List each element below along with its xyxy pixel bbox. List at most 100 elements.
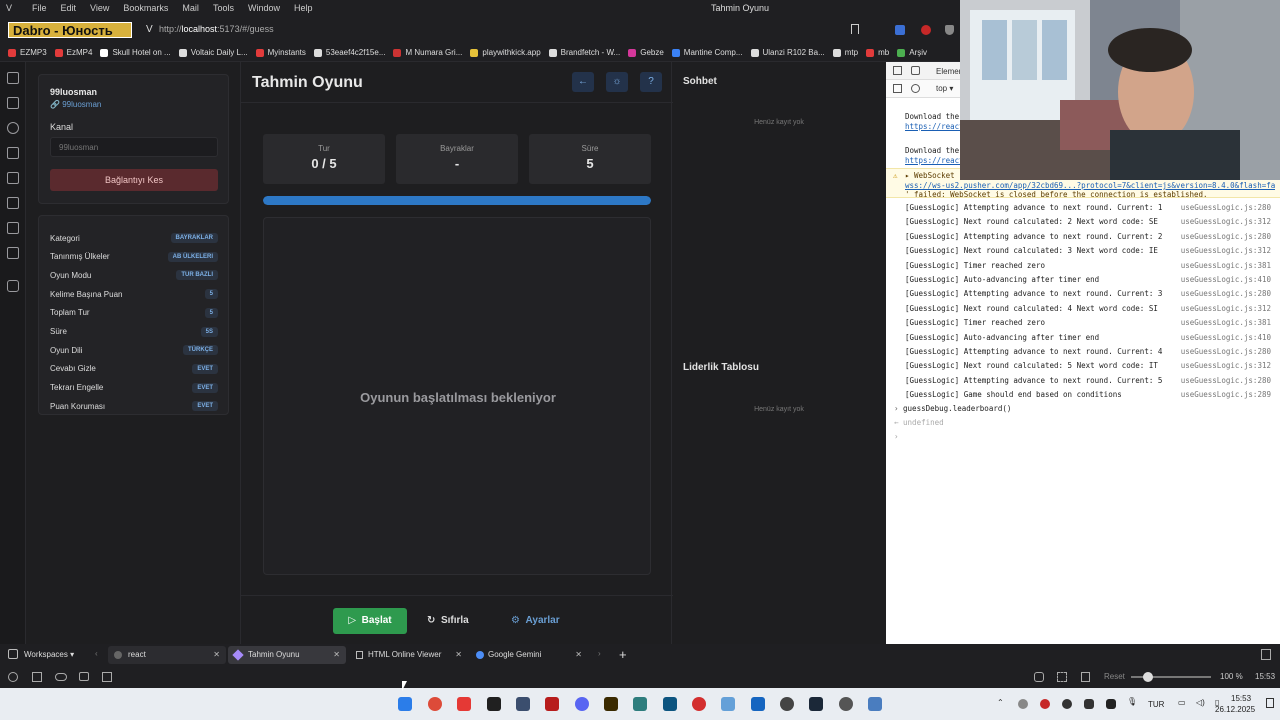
app-icon[interactable] [692,697,706,711]
bookmark-item[interactable]: Brandfetch - W... [548,48,620,57]
console-log-source[interactable]: useGuessLogic.js:312 [1181,217,1271,226]
bookmark-icon[interactable] [851,24,859,34]
workspaces-button[interactable]: Workspaces ▾ [24,650,74,659]
app-icon[interactable] [780,697,794,711]
console-log-source[interactable]: useGuessLogic.js:280 [1181,376,1271,385]
zoom-slider-thumb[interactable] [1143,672,1153,682]
console-prompt[interactable]: › [894,432,1264,441]
volume-icon[interactable]: ◁) [1196,698,1205,707]
help-button[interactable]: ? [640,72,662,92]
shield-icon[interactable] [945,25,954,35]
bookmark-item[interactable]: EzMP4 [54,48,92,57]
tray-icon[interactable] [1040,699,1050,709]
app-icon[interactable] [516,697,530,711]
context-select[interactable]: top ▾ [936,84,953,93]
sidebar-toggle-icon[interactable] [893,84,902,93]
console-log-source[interactable]: useGuessLogic.js:280 [1181,347,1271,356]
notes-panel-icon[interactable] [7,147,19,159]
zoom-reset-button[interactable]: Reset [1104,672,1125,681]
close-tab-icon[interactable]: ✕ [333,646,340,664]
warning-url[interactable]: wss://ws-us2.pusher.com/app/32cbd69...?p… [905,181,1275,190]
tab-html-viewer[interactable]: HTML Online Viewer ✕ [350,646,468,664]
downloads-panel-icon[interactable] [7,97,19,109]
tab-react[interactable]: react ✕ [108,646,226,664]
bookmark-item[interactable]: Skull Hotel on ... [100,48,171,57]
mail-panel-icon[interactable] [7,247,19,259]
workspaces-icon[interactable] [8,649,18,659]
settings-button[interactable]: ⚙ Ayarlar [511,608,575,634]
vivaldi-menu-icon[interactable]: V [146,24,153,35]
zoom-slider[interactable] [1131,672,1211,682]
bookmark-item[interactable]: playwithkick.app [470,48,541,57]
disconnect-button[interactable]: Bağlantıyı Kes [50,169,218,191]
extension-icon[interactable] [895,25,905,35]
console-log-source[interactable]: useGuessLogic.js:289 [1181,390,1271,399]
history-panel-icon[interactable] [7,122,19,134]
calculator-icon[interactable] [868,697,882,711]
device-icon[interactable] [911,66,920,75]
network-icon[interactable]: ▭ [1178,698,1186,707]
tray-icon[interactable] [1062,699,1072,709]
bookmark-item[interactable]: Myinstants [255,48,306,57]
inspect-icon[interactable] [893,66,902,75]
tab-elements[interactable]: Elemer [936,67,961,76]
tab-tahmin-oyunu[interactable]: Tahmin Oyunu ✕ [228,646,346,664]
console-log-source[interactable]: useGuessLogic.js:381 [1181,261,1271,270]
url-field[interactable]: http://localhost:5173/#/guess [159,24,274,34]
tiling-icon[interactable] [32,672,42,682]
new-tab-icon[interactable]: + [619,647,627,662]
console-log-source[interactable]: useGuessLogic.js:410 [1181,275,1271,284]
chrome-icon[interactable] [428,697,442,711]
tile-icon[interactable] [1057,672,1067,682]
user-link[interactable]: 🔗 99luosman [50,100,101,109]
clock-date[interactable]: 26.12.2025 [1215,705,1255,714]
outlook-icon[interactable] [751,697,765,711]
bookmark-item[interactable]: Ulanzi R102 Ba... [750,48,825,57]
bookmark-item[interactable]: 53eaef4c2f15e... [313,48,385,57]
bookmark-item[interactable]: Gebze [628,48,664,57]
bookmark-item[interactable]: mtp [832,48,858,57]
sync-icon[interactable] [8,672,18,682]
bookmark-item[interactable]: M Numara Gri... [393,48,462,57]
reading-list-icon[interactable] [7,197,19,209]
tab-google-gemini[interactable]: Google Gemini ✕ [470,646,588,664]
tray-icon[interactable] [1084,699,1094,709]
steam-icon[interactable] [809,697,823,711]
translate-panel-icon[interactable] [7,172,19,184]
reset-button[interactable]: ↻ Sıfırla [427,608,487,634]
file-explorer-icon[interactable] [721,697,735,711]
calendar-icon[interactable] [102,672,112,682]
app-icon[interactable] [839,697,853,711]
input-language[interactable]: TUR [1148,700,1164,709]
console-log-source[interactable]: useGuessLogic.js:312 [1181,246,1271,255]
notification-icon[interactable] [1266,698,1274,708]
bookmark-item[interactable]: EZMP3 [8,48,47,57]
add-panel-icon[interactable] [7,280,19,292]
channel-input[interactable] [50,137,218,157]
microphone-icon[interactable]: 🎙 [1127,697,1137,706]
bookmark-item[interactable]: Arşiv [897,48,927,57]
tab-scroll-right-icon[interactable]: › [598,649,601,658]
discord-icon[interactable] [575,697,589,711]
filezilla-icon[interactable] [545,697,559,711]
record-icon[interactable] [921,25,931,35]
window-panel-icon[interactable] [7,222,19,234]
bookmarks-panel-icon[interactable] [7,72,19,84]
console-log-source[interactable]: useGuessLogic.js:280 [1181,203,1271,212]
close-tab-icon[interactable]: ✕ [213,646,220,664]
tab-scroll-left-icon[interactable]: ‹ [95,649,98,658]
bookmark-item[interactable]: mb [866,48,889,57]
console-log-source[interactable]: useGuessLogic.js:312 [1181,304,1271,313]
console-log-source[interactable]: useGuessLogic.js:410 [1181,333,1271,342]
illustrator-icon[interactable] [604,697,618,711]
cloud-icon[interactable] [55,673,67,681]
tray-icon[interactable] [1106,699,1116,709]
clock-time[interactable]: 15:53 [1231,694,1251,703]
console-log-source[interactable]: useGuessLogic.js:381 [1181,318,1271,327]
windows-start-icon[interactable] [398,697,412,711]
back-button[interactable]: ← [572,72,594,92]
vivaldi-taskbar-icon[interactable] [457,697,471,711]
start-button[interactable]: ▷ Başlat [333,608,407,634]
theme-button[interactable]: ☼ [606,72,628,92]
console-log-source[interactable]: useGuessLogic.js:280 [1181,232,1271,241]
